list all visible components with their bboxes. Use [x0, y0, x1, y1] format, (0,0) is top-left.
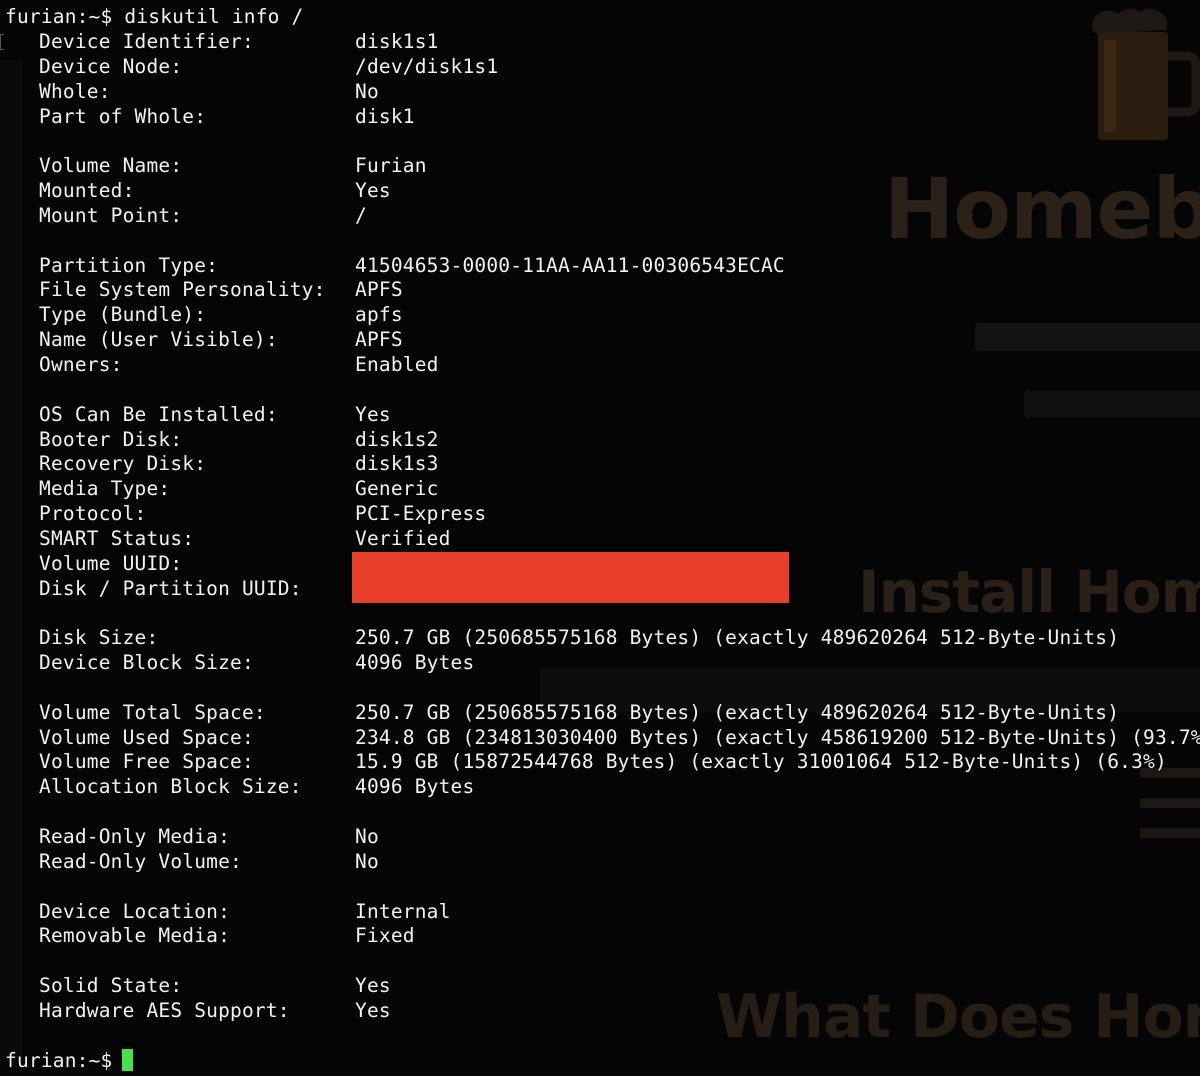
- info-label: Part of Whole:: [39, 104, 207, 128]
- info-value: APFS: [355, 278, 403, 302]
- info-label: Owners:: [39, 352, 123, 376]
- info-label: Removable Media:: [39, 924, 231, 948]
- info-row: Disk Size: 250.7 GB (250685575168 Bytes) …: [0, 626, 1200, 651]
- terminal-window[interactable]: furian:~$ diskutil info / Device Identif…: [0, 0, 1200, 1076]
- info-value: 41504653-0000-11AA-AA11-00306543ECAC: [355, 253, 785, 277]
- info-value: disk1s1: [355, 30, 439, 53]
- info-label: Read-Only Volume:: [39, 849, 242, 873]
- info-row: SMART Status: Verified: [0, 527, 1200, 552]
- info-row: Owners: Enabled: [0, 353, 1200, 378]
- info-label: Media Type:: [39, 477, 171, 501]
- info-label: Allocation Block Size:: [39, 775, 302, 799]
- info-row: Booter Disk: disk1s2: [0, 428, 1200, 453]
- info-row: Volume Free Space: 15.9 GB (15872544768 B…: [0, 750, 1200, 775]
- info-value: APFS: [355, 328, 403, 352]
- info-row: Device Node: /dev/disk1s1: [0, 55, 1200, 80]
- info-label: Recovery Disk:: [39, 452, 207, 476]
- info-row: Device Identifier: disk1s1: [0, 30, 1200, 55]
- info-value: Generic: [355, 477, 439, 501]
- info-label: Mount Point:: [39, 203, 183, 227]
- info-value: Fixed: [355, 924, 415, 948]
- info-label: Mounted:: [39, 179, 135, 203]
- info-row: Volume Used Space: 234.8 GB (234813030400…: [0, 726, 1200, 751]
- info-value: Yes: [355, 179, 391, 203]
- info-row: Removable Media: Fixed: [0, 924, 1200, 949]
- info-label: Volume UUID:: [39, 551, 183, 575]
- info-row: Volume Total Space: 250.7 GB (25068557516…: [0, 701, 1200, 726]
- info-label: Read-Only Media:: [39, 825, 231, 848]
- uuid-redaction-bar: [352, 552, 789, 603]
- info-value: No: [355, 79, 379, 103]
- info-label: Volume Total Space:: [39, 700, 266, 724]
- info-value: Verified: [355, 526, 451, 550]
- info-row: Whole: No: [0, 80, 1200, 105]
- info-label: Partition Type:: [39, 253, 219, 277]
- info-row: Solid State: Yes: [0, 974, 1200, 999]
- info-value: 250.7 GB (250685575168 Bytes) (exactly 4…: [355, 626, 1120, 650]
- info-label: Volume Name:: [39, 154, 183, 178]
- info-value: Internal: [355, 899, 451, 923]
- info-value: /dev/disk1s1: [355, 54, 499, 78]
- info-label: Protocol:: [39, 502, 147, 526]
- info-row: Protocol: PCI-Express: [0, 502, 1200, 527]
- info-label: Volume Free Space:: [39, 750, 254, 774]
- info-row: Mounted: Yes: [0, 179, 1200, 204]
- info-row: Recovery Disk: disk1s3: [0, 452, 1200, 477]
- info-row: Volume Name: Furian: [0, 154, 1200, 179]
- info-value: disk1s2: [355, 427, 439, 451]
- info-value: Furian: [355, 154, 427, 178]
- info-label: Device Node:: [39, 54, 183, 78]
- info-value: No: [355, 825, 379, 848]
- info-label: Volume Used Space:: [39, 725, 254, 749]
- diskutil-output: Device Identifier: disk1s1 Device Node: /de…: [0, 30, 1200, 1024]
- info-value: 4096 Bytes: [355, 651, 475, 675]
- info-value: /: [355, 203, 367, 227]
- info-row: Device Block Size: 4096 Bytes: [0, 651, 1200, 676]
- info-row: Device Location: Internal: [0, 900, 1200, 925]
- info-row: Media Type: Generic: [0, 477, 1200, 502]
- info-label: Disk Size:: [39, 626, 159, 650]
- info-label: Type (Bundle):: [39, 303, 207, 327]
- info-label: SMART Status:: [39, 526, 195, 550]
- active-prompt-line[interactable]: furian:~$: [5, 1049, 134, 1074]
- info-label: File System Personality:: [39, 278, 326, 302]
- info-label: Device Location:: [39, 899, 231, 923]
- info-value: Yes: [355, 974, 391, 998]
- info-value: Enabled: [355, 352, 439, 376]
- info-value: disk1s3: [355, 452, 439, 476]
- info-value: disk1: [355, 104, 415, 128]
- info-value: 15.9 GB (15872544768 Bytes) (exactly 310…: [355, 750, 1167, 774]
- info-row: Hardware AES Support: Yes: [0, 999, 1200, 1024]
- terminal-cursor: [122, 1049, 134, 1071]
- info-label: Device Identifier:: [39, 30, 254, 53]
- info-label: Booter Disk:: [39, 427, 183, 451]
- prompt-text: furian:~$: [5, 1049, 113, 1072]
- info-label: Name (User Visible):: [39, 328, 278, 352]
- info-row: Mount Point: /: [0, 204, 1200, 229]
- info-label: Hardware AES Support:: [39, 998, 290, 1022]
- info-label: Solid State:: [39, 974, 183, 998]
- info-row: Allocation Block Size: 4096 Bytes: [0, 775, 1200, 800]
- info-row: OS Can Be Installed: Yes: [0, 403, 1200, 428]
- info-value: 250.7 GB (250685575168 Bytes) (exactly 4…: [355, 700, 1120, 724]
- info-value: No: [355, 849, 379, 873]
- info-label: Whole:: [39, 79, 111, 103]
- info-value: apfs: [355, 303, 403, 327]
- info-row: Part of Whole: disk1: [0, 105, 1200, 130]
- info-value: 4096 Bytes: [355, 775, 475, 799]
- info-label: OS Can Be Installed:: [39, 402, 278, 426]
- info-value: Yes: [355, 402, 391, 426]
- info-row: File System Personality: APFS: [0, 278, 1200, 303]
- info-row: Partition Type: 41504653-0000-11AA-AA11-0…: [0, 254, 1200, 279]
- command-prompt-line: furian:~$ diskutil info /: [5, 5, 304, 28]
- info-row: Type (Bundle): apfs: [0, 303, 1200, 328]
- info-value: PCI-Express: [355, 502, 487, 526]
- info-label: Disk / Partition UUID:: [39, 576, 302, 600]
- info-row: Read-Only Volume: No: [0, 850, 1200, 875]
- info-row: Read-Only Media: No: [0, 825, 1200, 850]
- info-value: Yes: [355, 998, 391, 1022]
- info-row: Name (User Visible): APFS: [0, 328, 1200, 353]
- info-label: Device Block Size:: [39, 651, 254, 675]
- info-value: 234.8 GB (234813030400 Bytes) (exactly 4…: [355, 725, 1200, 749]
